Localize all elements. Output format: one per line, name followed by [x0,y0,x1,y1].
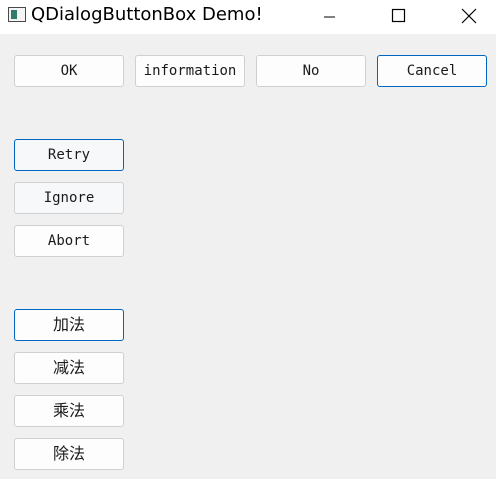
window-title: QDialogButtonBox Demo! [31,4,263,25]
title-bar[interactable]: QDialogButtonBox Demo! [0,0,496,34]
ignore-button[interactable]: Ignore [14,182,124,214]
cancel-button[interactable]: Cancel [377,55,487,87]
divide-button[interactable]: 除法 [14,438,124,470]
no-button[interactable]: No [256,55,366,87]
multiply-button[interactable]: 乘法 [14,395,124,427]
abort-button[interactable]: Abort [14,225,124,257]
ok-button[interactable]: OK [14,55,124,87]
subtract-button[interactable]: 减法 [14,352,124,384]
maximize-button[interactable] [376,0,422,34]
minimize-button[interactable] [311,0,357,34]
add-button[interactable]: 加法 [14,309,124,341]
retry-button[interactable]: Retry [14,139,124,171]
information-button[interactable]: information [135,55,245,87]
maximize-icon [391,8,406,23]
app-window-icon [8,7,26,22]
close-icon [461,8,477,24]
close-button[interactable] [446,0,492,34]
minimize-icon [324,16,335,18]
